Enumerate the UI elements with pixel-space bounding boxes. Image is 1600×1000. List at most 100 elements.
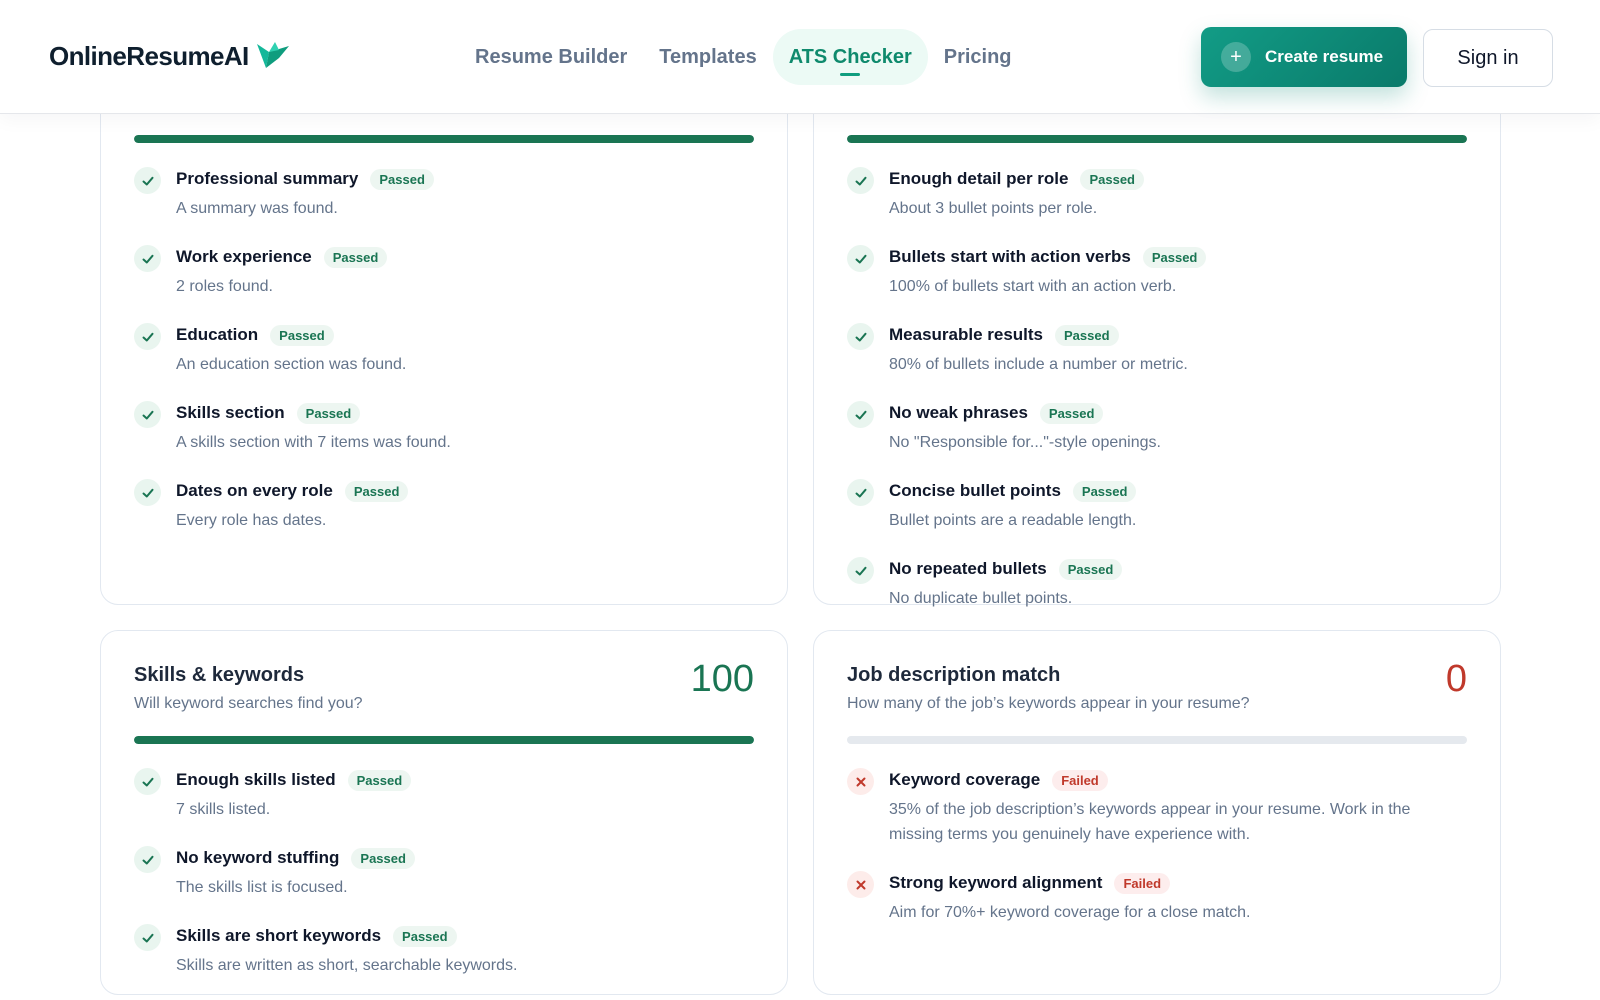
check-title: Strong keyword alignment [889,873,1103,892]
x-icon [847,768,874,795]
check-icon [847,323,874,350]
check-item: No keyword stuffing Passed The skills list… [134,846,754,900]
check-title: Measurable results [889,325,1044,344]
nav-templates[interactable]: Templates [643,29,772,85]
check-title: Enough skills listed [176,770,336,789]
status-badge: Passed [1039,402,1104,424]
check-header: Strong keyword alignment Failed [889,871,1467,895]
sign-in-button[interactable]: Sign in [1423,29,1553,87]
check-icon [134,768,161,795]
progress-fill [134,736,754,744]
check-description: 35% of the job description’s keywords ap… [889,801,1411,843]
check-title: Bullets start with action verbs [889,247,1131,266]
plus-icon: + [1221,42,1251,72]
check-icon [134,245,161,272]
check-icon [134,924,161,951]
top-navigation-bar: OnlineResumeAI Resume Builder Templates … [0,0,1600,114]
card-score: 0 [1445,658,1467,700]
check-header: Enough skills listed Passed [176,768,754,792]
check-item: Skills are short keywords Passed Skills ar… [134,924,754,978]
check-list: Keyword coverage Failed 35% of the job des… [847,768,1467,949]
check-item: Dates on every role Passed Every role has … [134,479,754,533]
check-description: Skills are written as short, searchable … [176,957,518,974]
check-header: Concise bullet points Passed [889,479,1467,503]
check-item: Education Passed An education section was … [134,323,754,377]
x-icon [847,871,874,898]
check-item: Concise bullet points Passed Bullet points… [847,479,1467,533]
check-description: Aim for 70%+ keyword coverage for a clos… [889,904,1251,921]
brand-name: OnlineResumeAI [49,40,249,71]
check-description: Every role has dates. [176,512,327,529]
check-description: About 3 bullet points per role. [889,200,1098,217]
check-title: No repeated bullets [889,559,1047,578]
check-title: Enough detail per role [889,169,1069,188]
check-item: Enough skills listed Passed 7 skills liste… [134,768,754,822]
check-description: No "Responsible for..."-style openings. [889,434,1161,451]
check-icon [134,167,161,194]
check-icon [847,479,874,506]
check-title: Professional summary [176,169,359,188]
check-title: Skills section [176,403,285,422]
check-title: No weak phrases [889,403,1028,422]
check-list: Enough detail per role Passed About 3 bull… [847,167,1467,635]
status-badge: Passed [347,769,412,791]
check-item: No weak phrases Passed No "Responsible for… [847,401,1467,455]
status-badge: Passed [270,324,334,346]
status-badge: Failed [1052,769,1108,791]
skills-keywords-card: Skills & keywords Will keyword searches … [100,630,788,995]
check-item: Work experience Passed 2 roles found. [134,245,754,299]
check-title: Work experience [176,247,312,266]
nav-pricing[interactable]: Pricing [928,29,1028,85]
check-header: Bullets start with action verbs Passed [889,245,1467,269]
check-description: 80% of bullets include a number or metri… [889,356,1188,373]
check-header: Enough detail per role Passed [889,167,1467,191]
check-header: Measurable results Passed [889,323,1467,347]
sections-card: Professional summary Passed A summary was … [100,60,788,605]
check-header: Work experience Passed [176,245,754,269]
check-description: The skills list is focused. [176,879,348,896]
check-item: No repeated bullets Passed No duplicate bu… [847,557,1467,611]
create-resume-button[interactable]: + Create resume [1201,27,1407,87]
check-title: Keyword coverage [889,770,1041,789]
job-description-match-card: Job description match How many of the jo… [813,630,1501,995]
check-item: Keyword coverage Failed 35% of the job des… [847,768,1467,847]
check-description: A summary was found. [176,200,338,217]
bullets-progress-bar [847,135,1467,143]
card-title: Job description match [847,664,1061,686]
check-icon [134,401,161,428]
check-title: Concise bullet points [889,481,1061,500]
check-icon [134,323,161,350]
sections-progress-bar [134,135,754,143]
check-icon [847,245,874,272]
check-title: Education [176,325,259,344]
status-badge: Failed [1114,872,1171,894]
card-score: 100 [690,658,754,700]
check-header: Skills are short keywords Passed [176,924,754,948]
check-icon [847,557,874,584]
check-header: No weak phrases Passed [889,401,1467,425]
check-title: No keyword stuffing [176,848,340,867]
brand-logo[interactable]: OnlineResumeAI [49,40,291,72]
status-badge: Passed [323,246,388,268]
bird-logo-icon [256,42,289,68]
status-badge: Passed [1142,246,1207,268]
check-icon [847,167,874,194]
status-badge: Passed [1072,480,1137,502]
nav-resume-builder[interactable]: Resume Builder [459,29,643,85]
status-badge: Passed [1080,168,1145,190]
check-icon [134,846,161,873]
check-header: No repeated bullets Passed [889,557,1467,581]
status-badge: Passed [351,847,415,869]
check-description: No duplicate bullet points. [889,590,1073,607]
check-header: Skills section Passed [176,401,754,425]
check-header: Dates on every role Passed [176,479,754,503]
status-badge: Passed [344,480,409,502]
check-header: Keyword coverage Failed [889,768,1467,792]
card-title: Skills & keywords [134,664,305,686]
status-badge: Passed [296,402,361,424]
card-subtitle: How many of the job’s keywords appear in… [847,695,1250,712]
main-nav: Resume Builder Templates ATS Checker Pri… [459,29,1028,85]
status-badge: Passed [393,925,457,947]
nav-ats-checker[interactable]: ATS Checker [772,29,928,85]
check-header: Education Passed [176,323,754,347]
